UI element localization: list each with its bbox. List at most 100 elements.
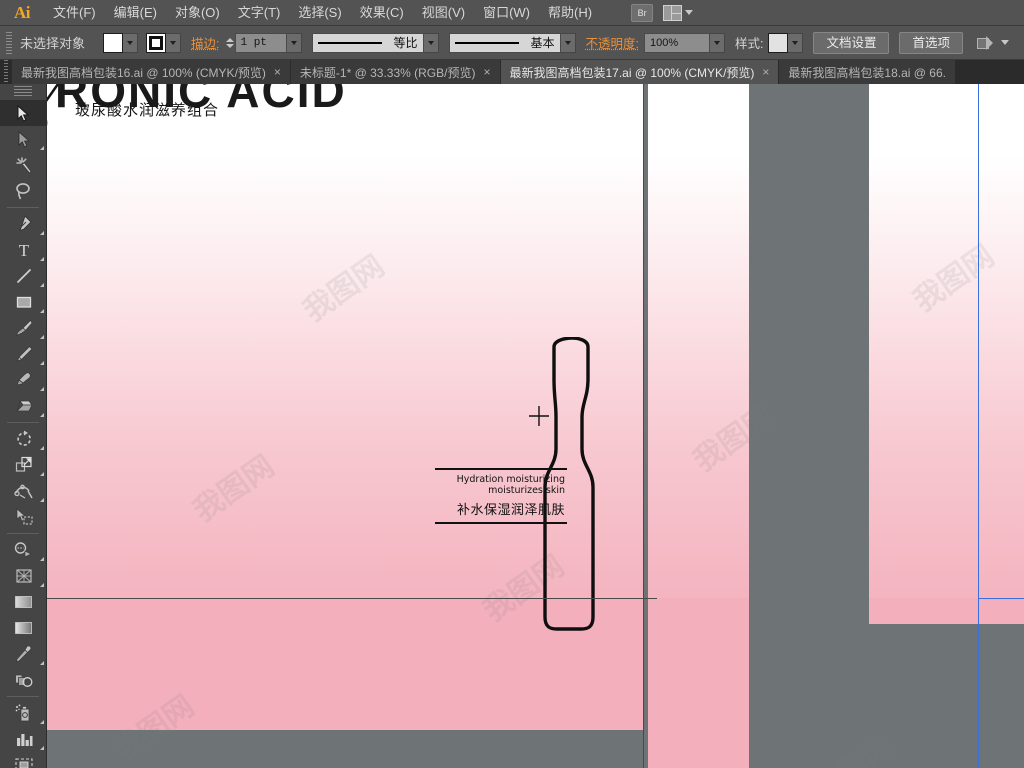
artboard-tool[interactable] bbox=[0, 752, 47, 768]
blend-tool[interactable] bbox=[0, 667, 47, 693]
tab-doc-17[interactable]: 最新我图高档包装17.ai @ 100% (CMYK/预览) × bbox=[500, 60, 780, 84]
flyout-indicator-icon bbox=[40, 498, 44, 502]
crosshair-cursor bbox=[529, 406, 549, 426]
close-icon[interactable]: × bbox=[483, 66, 490, 78]
menu-effect[interactable]: 效果(C) bbox=[351, 0, 413, 26]
stroke-weight-label[interactable]: 描边: bbox=[191, 33, 219, 52]
opacity-dropdown-button[interactable] bbox=[709, 32, 725, 53]
document-canvas[interactable]: 我图网 我图网 我图网 我图网 我图网 我图网 我图网 RONIC ACID 玻… bbox=[47, 84, 1024, 768]
menu-object[interactable]: 对象(O) bbox=[166, 0, 229, 26]
arrange-documents-button[interactable] bbox=[663, 4, 694, 21]
tab-doc-16[interactable]: 最新我图高档包装16.ai @ 100% (CMYK/预览) × bbox=[12, 60, 291, 84]
type-tool[interactable]: T bbox=[0, 237, 47, 263]
label-chinese-text: 补水保湿润泽肌肤 bbox=[456, 503, 565, 518]
symbol-sprayer-tool[interactable] bbox=[0, 700, 47, 726]
magic-wand-tool[interactable] bbox=[0, 152, 47, 178]
tab-label: 未标题-1* @ 33.33% (RGB/预览) bbox=[299, 65, 476, 80]
tab-doc-18[interactable]: 最新我图高档包装18.ai @ 66. bbox=[779, 60, 956, 84]
scale-tool[interactable] bbox=[0, 452, 47, 478]
tab-label: 最新我图高档包装17.ai @ 100% (CMYK/预览) bbox=[509, 65, 755, 80]
illustrator-window: Ai 文件(F) 编辑(E) 对象(O) 文字(T) 选择(S) 效果(C) 视… bbox=[0, 0, 1024, 768]
close-icon[interactable]: × bbox=[274, 66, 281, 78]
document-setup-button[interactable]: 文档设置 bbox=[813, 31, 890, 54]
column-graph-tool[interactable] bbox=[0, 726, 47, 752]
brush-label: 基本 bbox=[530, 36, 555, 50]
stroke-weight-input[interactable]: 1 pt bbox=[234, 32, 287, 53]
brush-dropdown-button[interactable] bbox=[560, 32, 576, 53]
style-label: 样式: bbox=[734, 37, 764, 51]
product-label-block: Hydration moisturizing moisturizes skin … bbox=[435, 468, 567, 524]
variable-width-profile-select[interactable]: 等比 bbox=[311, 32, 424, 53]
menu-file[interactable]: 文件(F) bbox=[44, 0, 105, 26]
gradient-tool[interactable] bbox=[0, 615, 47, 641]
blob-brush-tool[interactable] bbox=[0, 367, 47, 393]
tab-bar-grip[interactable] bbox=[0, 60, 12, 84]
flyout-indicator-icon bbox=[40, 472, 44, 476]
paintbrush-tool[interactable] bbox=[0, 315, 47, 341]
style-dropdown-button[interactable] bbox=[788, 32, 804, 53]
tab-doc-untitled-1[interactable]: 未标题-1* @ 33.33% (RGB/预览) × bbox=[290, 60, 501, 84]
megaphone-icon[interactable] bbox=[977, 35, 994, 50]
artboard-panel-2 bbox=[648, 84, 749, 598]
menu-type[interactable]: 文字(T) bbox=[229, 0, 290, 26]
fill-color-control[interactable] bbox=[103, 32, 139, 53]
watermark: 我图网 bbox=[803, 722, 902, 768]
artwork-subheading: 玻尿酸水润滋养组合 bbox=[75, 101, 220, 119]
flyout-indicator-icon bbox=[40, 361, 44, 365]
eraser-tool[interactable] bbox=[0, 393, 47, 419]
guide-horizontal bbox=[47, 598, 657, 599]
rectangle-tool[interactable] bbox=[0, 289, 47, 315]
stroke-weight-dropdown-button[interactable] bbox=[286, 32, 302, 53]
flyout-indicator-icon bbox=[40, 661, 44, 665]
pencil-tool[interactable] bbox=[0, 341, 47, 367]
toolbox-panel: T bbox=[0, 84, 47, 768]
rotate-tool[interactable] bbox=[0, 426, 47, 452]
tab-label: 最新我图高档包装16.ai @ 100% (CMYK/预览) bbox=[21, 65, 266, 80]
fill-swatch[interactable] bbox=[103, 32, 124, 53]
flyout-indicator-icon bbox=[40, 231, 44, 235]
brush-preview-icon bbox=[454, 41, 519, 44]
artboard-panel-3-bottom bbox=[869, 598, 1024, 624]
direct-selection-tool[interactable] bbox=[0, 126, 47, 152]
free-transform-tool[interactable] bbox=[0, 504, 47, 530]
menu-edit[interactable]: 编辑(E) bbox=[105, 0, 166, 26]
artboard-panel-2-bottom bbox=[648, 598, 749, 768]
toolbox-grip[interactable] bbox=[14, 86, 32, 98]
profile-dropdown-button[interactable] bbox=[423, 32, 439, 53]
lasso-tool[interactable] bbox=[0, 178, 47, 204]
menu-window[interactable]: 窗口(W) bbox=[474, 0, 539, 26]
menu-select[interactable]: 选择(S) bbox=[289, 0, 350, 26]
menu-help[interactable]: 帮助(H) bbox=[539, 0, 601, 26]
perspective-grid-tool[interactable] bbox=[0, 563, 47, 589]
mesh-tool[interactable] bbox=[0, 589, 47, 615]
opacity-input[interactable]: 100% bbox=[643, 32, 710, 53]
close-icon[interactable]: × bbox=[762, 66, 769, 78]
control-bar-grip[interactable] bbox=[6, 31, 12, 54]
graphic-style-swatch[interactable] bbox=[768, 32, 789, 53]
chevron-down-icon[interactable] bbox=[1001, 40, 1009, 45]
eyedropper-tool[interactable] bbox=[0, 641, 47, 667]
stroke-color-control[interactable] bbox=[146, 32, 182, 53]
opacity-label[interactable]: 不透明度: bbox=[586, 33, 639, 52]
selection-tool[interactable] bbox=[0, 100, 47, 126]
control-bar: 未选择对象 描边: 1 pt 等比 基本 不透明度: 100% 样式: 文档设置… bbox=[0, 26, 1024, 60]
flyout-indicator-icon bbox=[40, 446, 44, 450]
line-segment-tool[interactable] bbox=[0, 263, 47, 289]
guide-horizontal-blue bbox=[978, 598, 1024, 599]
bridge-icon[interactable]: Br bbox=[631, 3, 654, 22]
width-warp-tool[interactable] bbox=[0, 478, 47, 504]
stroke-dropdown-button[interactable] bbox=[166, 32, 182, 53]
brush-definition-select[interactable]: 基本 bbox=[448, 32, 561, 53]
stroke-weight-stepper[interactable] bbox=[225, 33, 235, 53]
shape-builder-tool[interactable] bbox=[0, 537, 47, 563]
flyout-indicator-icon bbox=[40, 309, 44, 313]
pen-tool[interactable] bbox=[0, 211, 47, 237]
profile-preview-icon bbox=[317, 41, 382, 44]
document-tab-bar: 最新我图高档包装16.ai @ 100% (CMYK/预览) × 未标题-1* … bbox=[0, 60, 1024, 84]
fill-dropdown-button[interactable] bbox=[123, 32, 139, 53]
preferences-button[interactable]: 首选项 bbox=[899, 31, 963, 54]
stroke-swatch[interactable] bbox=[146, 32, 167, 53]
chevron-down-icon bbox=[685, 10, 694, 15]
menu-view[interactable]: 视图(V) bbox=[413, 0, 474, 26]
flyout-indicator-icon bbox=[40, 335, 44, 339]
